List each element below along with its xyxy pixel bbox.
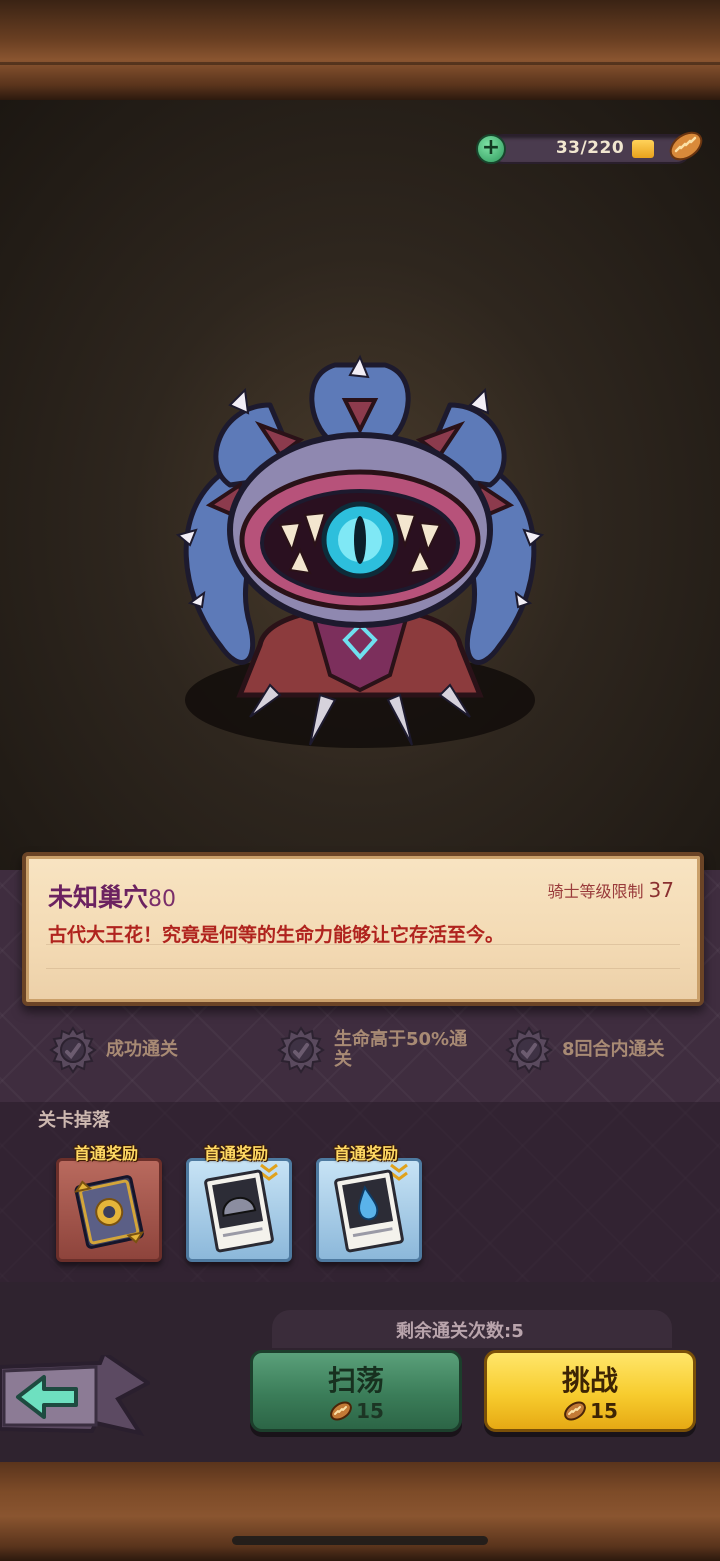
stage-number: 80 [148,887,177,912]
sweep-button[interactable]: 扫荡 15 [250,1350,462,1432]
objective-label: 8回合内通关 [562,1039,665,1060]
energy-track: 33/220 [490,134,690,164]
top-wood-frame [0,0,720,100]
sweep-label: 扫荡 [327,1364,384,1397]
challenge-label: 挑战 [561,1364,618,1397]
drops-heading: 关卡掉落 [38,1110,110,1131]
challenge-button[interactable]: 挑战 15 [484,1350,696,1432]
paper-rule [46,968,680,969]
bread-icon [564,1401,586,1421]
first-clear-reward-tag: 首通奖励 [203,1144,268,1163]
energy-bar: 33/220 + [476,131,703,164]
bread-icon [669,131,703,161]
sweep-cost-value: 15 [356,1399,384,1423]
potion-card-icon [334,1163,408,1253]
level-limit-label: 骑士等级限制 [547,882,644,901]
objective-label: 成功通关 [106,1039,178,1060]
drop-slot [186,1158,292,1262]
objective-hp: 生命高于50%通关 [276,1022,496,1078]
bread-icon [330,1401,352,1421]
challenge-cost: 15 [487,1399,693,1423]
first-clear-reward-tag: 首通奖励 [73,1144,138,1163]
drop-item[interactable]: 首通奖励 [314,1140,422,1262]
helmet-card-icon [204,1163,278,1253]
back-button[interactable] [0,1355,150,1439]
add-energy-button[interactable]: + [476,134,506,164]
home-indicator[interactable] [232,1536,488,1545]
objective-label: 生命高于50%通关 [334,1029,468,1070]
objective-turns: 8回合内通关 [504,1022,665,1078]
energy-value: 33/220 [555,138,625,158]
gear-icon [277,1026,325,1074]
gear-icon [505,1026,553,1074]
bottom-wood-frame [0,1462,720,1561]
gear-icon [49,1026,97,1074]
boss-monster-icon [175,354,545,748]
drop-item[interactable]: 首通奖励 [184,1140,292,1262]
sweep-cost: 15 [253,1399,459,1423]
drop-item[interactable]: 首通奖励 [54,1140,162,1262]
stage-info-card: 未知巢穴80 骑士等级限制 37 古代大王花！究竟是何等的生命力能够让它存活至今… [22,852,704,1006]
stage-title: 未知巢穴80 [48,878,176,914]
first-clear-reward-tag: 首通奖励 [333,1144,398,1163]
challenge-cost-value: 15 [590,1399,618,1423]
drop-slot [316,1158,422,1262]
stage-description: 古代大王花！究竟是何等的生命力能够让它存活至今。 [48,924,505,946]
knight-level-limit: 骑士等级限制 37 [547,878,674,902]
drop-slot [56,1158,162,1262]
level-limit-value: 37 [648,878,674,902]
objective-clear: 成功通关 [48,1022,178,1078]
remaining-clears: 剩余通关次数:5 [396,1321,524,1342]
stage-title-text: 未知巢穴 [48,883,149,912]
spellbook-icon [74,1175,145,1249]
